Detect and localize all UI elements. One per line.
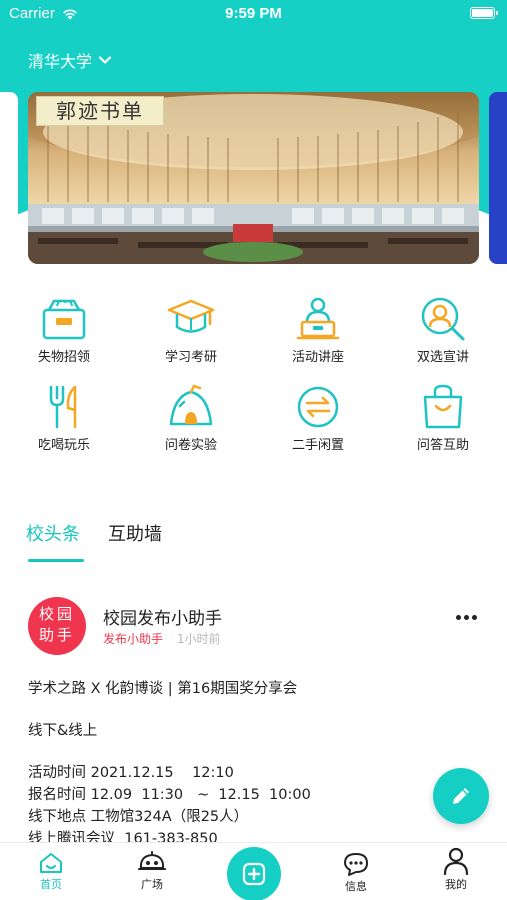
status-bar: Carrier 9:59 PM: [0, 0, 507, 30]
fork-knife-icon: [49, 385, 77, 429]
avatar-text-line1: 校园: [38, 605, 75, 623]
home-icon: [40, 853, 62, 873]
category-study[interactable]: 学习考研: [136, 296, 246, 365]
lost-found-icon: [42, 299, 86, 340]
lecture-icon: [296, 297, 340, 340]
nav-add-button[interactable]: [227, 847, 281, 900]
tab-indicator: [28, 559, 84, 562]
battery-icon: [470, 7, 498, 19]
school-selector[interactable]: 清华大学: [28, 48, 112, 72]
add-icon: [242, 862, 266, 886]
nav-messages[interactable]: 信息: [326, 851, 386, 894]
carousel-next-slide[interactable]: [489, 92, 507, 264]
pencil-icon: [453, 788, 469, 804]
post-source: 发布小助手: [103, 632, 164, 646]
category-lost-found[interactable]: 失物招领: [9, 296, 119, 365]
nav-home[interactable]: 首页: [21, 851, 81, 892]
category-qa[interactable]: 问答互助: [388, 384, 498, 453]
avatar[interactable]: 校园 助手: [28, 597, 86, 655]
nav-profile[interactable]: 我的: [426, 847, 486, 892]
post-line: 学术之路 X 化韵博谈 | 第16期国奖分享会: [28, 681, 298, 697]
nav-label: 我的: [445, 878, 467, 891]
plaza-icon: [138, 851, 166, 870]
nav-label: 首页: [40, 878, 62, 891]
post-meta: 发布小助手 1小时前: [103, 630, 220, 647]
category-label: 双选宣讲: [416, 350, 469, 365]
category-label: 失物招领: [37, 350, 90, 365]
tab-help-wall[interactable]: 互助墙: [108, 520, 162, 546]
post-line: 活动时间 2021.12.15 12:10: [28, 765, 234, 781]
category-lecture[interactable]: 活动讲座: [263, 296, 373, 365]
feed-tabs: 校头条 互助墙: [26, 520, 190, 546]
post-line: 线下地点 工物馆324A（限25人）: [28, 809, 249, 825]
nav-label: 信息: [345, 880, 367, 893]
category-label: 问答互助: [416, 438, 469, 453]
category-food-fun[interactable]: 吃喝玩乐: [9, 384, 119, 453]
tab-headlines[interactable]: 校头条: [26, 520, 80, 546]
clock: 9:59 PM: [225, 5, 282, 22]
graduation-cap-icon: [167, 299, 215, 333]
exchange-icon: [297, 386, 339, 428]
post-author[interactable]: 校园发布小助手: [103, 604, 222, 629]
avatar-text-line2: 助手: [38, 626, 75, 644]
carousel-prev-slide[interactable]: [0, 92, 18, 268]
category-label: 学习考研: [164, 350, 217, 365]
banner-image[interactable]: 郭迹书单: [28, 92, 479, 264]
category-label: 问卷实验: [164, 438, 217, 453]
post-body[interactable]: 学术之路 X 化韵博谈 | 第16期国奖分享会 线下&线上 活动时间 2021.…: [28, 678, 311, 850]
profile-icon: [443, 847, 469, 875]
category-second-hand[interactable]: 二手闲置: [263, 384, 373, 453]
category-label: 活动讲座: [291, 350, 344, 365]
survey-tent-icon: [169, 384, 213, 426]
post-line: 线下&线上: [28, 723, 98, 739]
category-label: 吃喝玩乐: [37, 438, 90, 453]
school-name: 清华大学: [28, 52, 93, 71]
category-recruit[interactable]: 双选宣讲: [388, 296, 498, 365]
chevron-down-icon: [98, 56, 112, 64]
post-line: 报名时间 12.09 11:30 ~ 12.15 10:00: [28, 787, 311, 803]
more-options-icon[interactable]: [456, 615, 477, 620]
recruit-search-icon: [421, 297, 465, 341]
category-label: 二手闲置: [291, 438, 344, 453]
nav-label: 广场: [141, 878, 163, 891]
nav-plaza[interactable]: 广场: [122, 851, 182, 892]
message-icon: [344, 853, 368, 876]
shopping-bag-icon: [423, 384, 463, 429]
compose-button[interactable]: [433, 768, 489, 824]
post-time: 1小时前: [176, 632, 221, 646]
category-survey[interactable]: 问卷实验: [136, 384, 246, 453]
banner-stamp: 郭迹书单: [36, 96, 164, 126]
app-screen: Carrier 9:59 PM 清华大学 郭迹书单 失物招领 学习考研 活动讲座…: [0, 0, 507, 900]
